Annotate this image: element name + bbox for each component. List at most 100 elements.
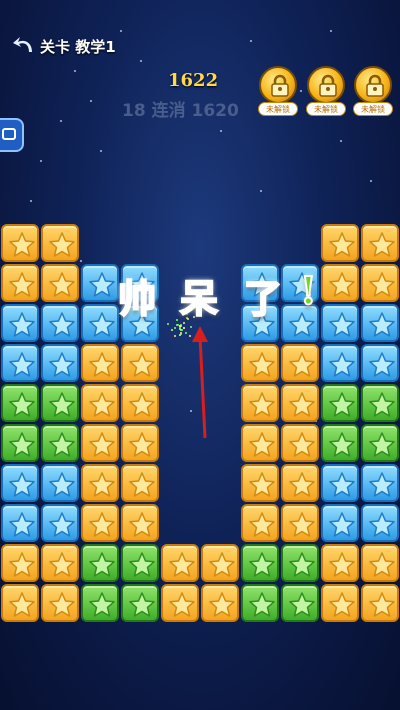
yellow-star-tile[interactable] [81,344,119,382]
yellow-star-tile[interactable] [281,504,319,542]
green-star-tile[interactable] [281,544,319,582]
star-icon [129,392,155,418]
star-icon [89,552,115,578]
green-star-tile[interactable] [361,384,399,422]
blue-star-tile[interactable] [361,304,399,342]
green-star-tile[interactable] [321,424,359,462]
yellow-star-tile[interactable] [121,464,159,502]
yellow-star-tile[interactable] [1,584,39,622]
yellow-star-tile[interactable] [121,504,159,542]
green-star-tile[interactable] [361,424,399,462]
yellow-star-tile[interactable] [81,504,119,542]
star-icon [329,432,355,458]
locked-feature-button-2[interactable]: 未解锁 [306,66,348,118]
yellow-star-tile[interactable] [321,544,359,582]
yellow-star-tile[interactable] [41,544,79,582]
star-icon [369,392,395,418]
yellow-star-tile[interactable] [1,224,39,262]
star-icon [89,592,115,618]
yellow-star-tile[interactable] [81,424,119,462]
yellow-star-tile[interactable] [281,424,319,462]
green-star-tile[interactable] [121,544,159,582]
star-icon [289,432,315,458]
star-icon [249,592,275,618]
yellow-star-tile[interactable] [241,504,279,542]
yellow-star-tile[interactable] [161,544,199,582]
blue-star-tile[interactable] [41,344,79,382]
praise-char: ! [300,268,317,313]
locked-feature-button-3[interactable]: 未解锁 [353,66,395,118]
yellow-star-tile[interactable] [241,384,279,422]
yellow-star-tile[interactable] [321,224,359,262]
yellow-star-tile[interactable] [281,344,319,382]
yellow-star-tile[interactable] [1,544,39,582]
blue-star-tile[interactable] [361,504,399,542]
yellow-star-tile[interactable] [201,544,239,582]
locked-label: 未解锁 [258,102,298,116]
star-icon [89,472,115,498]
score-value: 1622 [168,70,218,91]
yellow-star-tile[interactable] [241,344,279,382]
yellow-star-tile[interactable] [121,424,159,462]
yellow-star-tile[interactable] [41,264,79,302]
green-star-tile[interactable] [1,424,39,462]
star-icon [9,352,35,378]
star-icon [249,552,275,578]
yellow-star-tile[interactable] [41,224,79,262]
padlock-icon [354,66,392,104]
yellow-star-tile[interactable] [81,464,119,502]
yellow-star-tile[interactable] [361,544,399,582]
green-star-tile[interactable] [41,384,79,422]
blue-star-tile[interactable] [81,304,119,342]
yellow-star-tile[interactable] [281,464,319,502]
star-icon [329,592,355,618]
yellow-star-tile[interactable] [121,384,159,422]
star-icon [89,512,115,538]
yellow-star-tile[interactable] [321,584,359,622]
blue-star-tile[interactable] [81,264,119,302]
yellow-star-tile[interactable] [241,464,279,502]
green-star-tile[interactable] [241,584,279,622]
green-star-tile[interactable] [281,584,319,622]
blue-star-tile[interactable] [321,344,359,382]
yellow-star-tile[interactable] [201,584,239,622]
back-arrow-icon[interactable] [12,34,36,56]
green-star-tile[interactable] [1,384,39,422]
star-icon [9,512,35,538]
blue-star-tile[interactable] [1,504,39,542]
yellow-star-tile[interactable] [281,384,319,422]
blue-star-tile[interactable] [1,464,39,502]
blue-star-tile[interactable] [1,304,39,342]
blue-star-tile[interactable] [1,344,39,382]
blue-star-tile[interactable] [321,464,359,502]
blue-star-tile[interactable] [41,464,79,502]
star-icon [49,352,75,378]
green-star-tile[interactable] [321,384,359,422]
blue-star-tile[interactable] [361,344,399,382]
green-star-tile[interactable] [241,544,279,582]
blue-star-tile[interactable] [321,504,359,542]
yellow-star-tile[interactable] [121,344,159,382]
green-star-tile[interactable] [121,584,159,622]
yellow-star-tile[interactable] [241,424,279,462]
blue-star-tile[interactable] [361,464,399,502]
yellow-star-tile[interactable] [1,264,39,302]
side-tab-icon[interactable] [0,118,24,152]
blue-star-tile[interactable] [41,504,79,542]
green-star-tile[interactable] [41,424,79,462]
yellow-star-tile[interactable] [361,224,399,262]
yellow-star-tile[interactable] [81,384,119,422]
star-icon [49,512,75,538]
yellow-star-tile[interactable] [41,584,79,622]
star-icon [49,272,75,298]
star-icon [329,392,355,418]
yellow-star-tile[interactable] [361,264,399,302]
green-star-tile[interactable] [81,584,119,622]
green-star-tile[interactable] [81,544,119,582]
yellow-star-tile[interactable] [361,584,399,622]
star-icon [9,312,35,338]
blue-star-tile[interactable] [41,304,79,342]
star-icon [129,432,155,458]
locked-feature-button-1[interactable]: 未解锁 [258,66,300,118]
yellow-star-tile[interactable] [161,584,199,622]
